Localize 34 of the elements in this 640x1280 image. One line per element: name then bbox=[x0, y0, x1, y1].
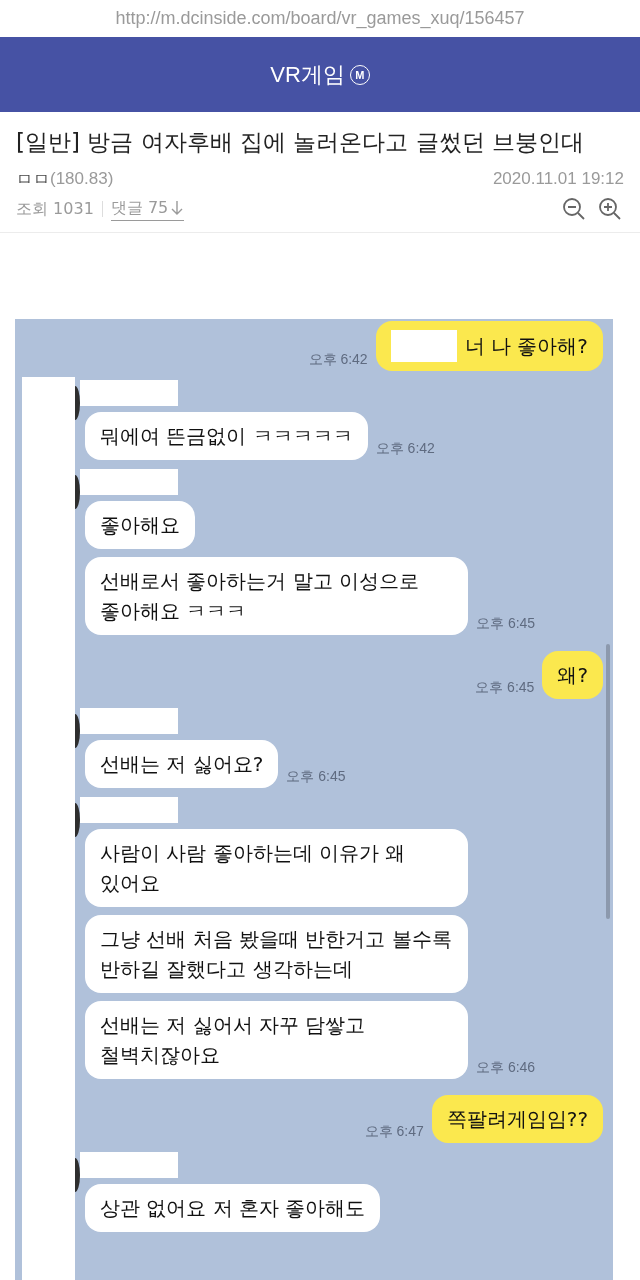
author-name: ㅁㅁ bbox=[16, 167, 50, 191]
message-text: 상관 없어요 저 혼자 좋아해도 bbox=[100, 1195, 366, 1222]
message-time: 오후 6:45 bbox=[286, 768, 346, 786]
view-count: 조회 1031 bbox=[16, 198, 94, 220]
avatar-edge-icon bbox=[75, 1158, 80, 1192]
message-text: 뭐에여 뜬금없이 ㅋㅋㅋㅋㅋ bbox=[100, 423, 353, 450]
message-text: 사람이 사람 좋아하는데 이유가 왜 있어요 bbox=[100, 840, 407, 897]
message-time: 오후 6:45 bbox=[475, 679, 535, 697]
message-text: 선배로서 좋아하는거 말고 이성으로 좋아해요 ㅋㅋㅋ bbox=[100, 568, 421, 625]
avatar-edge-icon bbox=[75, 803, 80, 837]
board-title[interactable]: VR게임 bbox=[270, 59, 345, 90]
post-title: [일반] 방금 여자후배 집에 놀러온다고 글썼던 브붕인대 bbox=[16, 128, 585, 157]
message-text: 좋아해요 bbox=[100, 512, 180, 539]
url-text: http://m.dcinside.com/board/vr_games_xuq/156457 bbox=[115, 8, 525, 29]
message-text: 그냥 선배 처음 봤을때 반한거고 볼수록 반하길 잘했다고 생각하는데 bbox=[100, 926, 453, 983]
message-text: 쪽팔려게임임?? bbox=[446, 1106, 588, 1133]
redaction-block bbox=[390, 330, 457, 362]
message-text: 선배는 저 싫어서 자꾸 담쌓고 철벽치잖아요 bbox=[100, 1012, 367, 1069]
message-time: 오후 6:47 bbox=[364, 1123, 424, 1141]
down-arrow-icon bbox=[170, 200, 185, 216]
message-time: 오후 6:45 bbox=[476, 615, 536, 633]
message-time: 오후 6:42 bbox=[308, 351, 368, 369]
zoom-out-icon[interactable] bbox=[562, 197, 586, 221]
post-date: 2020.11.01 19:12 bbox=[492, 169, 624, 189]
message-text: 너 나 좋아해? bbox=[464, 333, 588, 360]
avatar-edge-icon bbox=[75, 475, 80, 509]
avatar-edge-icon bbox=[75, 386, 80, 420]
author-ip: (180.83) bbox=[50, 169, 114, 189]
avatar-edge-icon bbox=[75, 714, 80, 748]
message-time: 오후 6:42 bbox=[375, 440, 435, 458]
message-text: 왜? bbox=[557, 662, 588, 689]
message-text: 선배는 저 싫어요? bbox=[100, 751, 264, 778]
message-time: 오후 6:46 bbox=[476, 1059, 536, 1077]
zoom-in-icon[interactable] bbox=[598, 197, 622, 221]
